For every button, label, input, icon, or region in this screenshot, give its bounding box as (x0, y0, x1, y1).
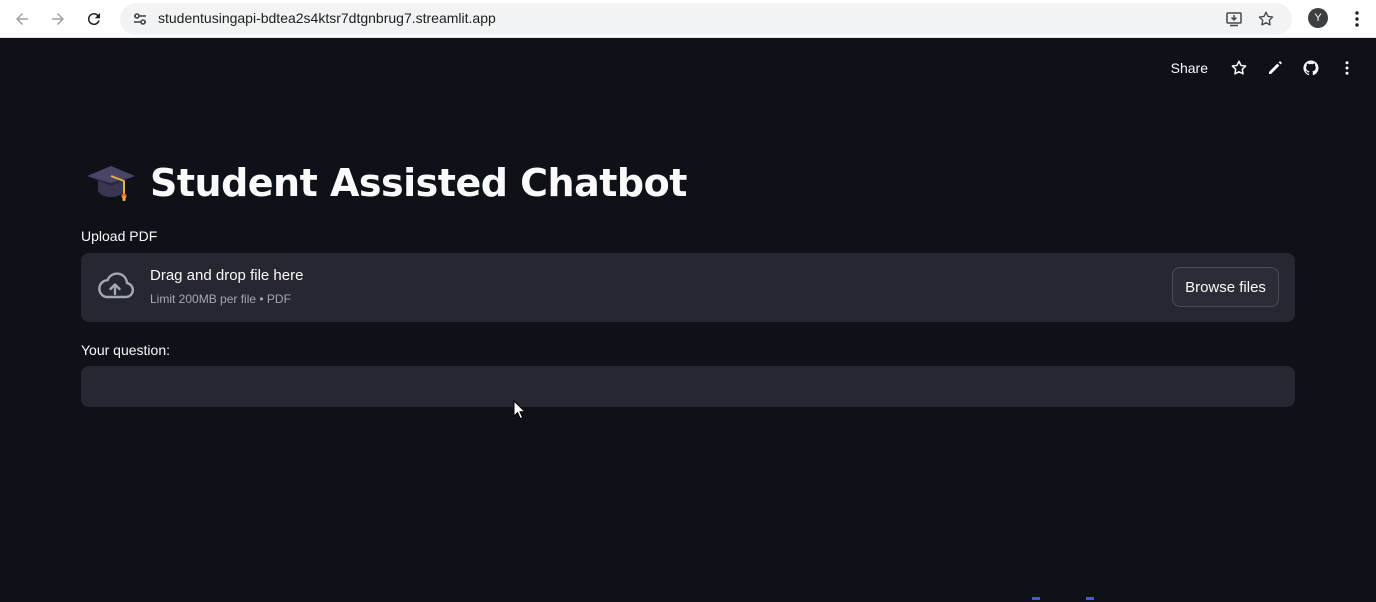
share-button[interactable]: Share (1171, 60, 1214, 76)
browser-toolbar: studentusingapi-bdtea2s4ktsr7dtgnbrug7.s… (0, 0, 1376, 38)
address-bar[interactable]: studentusingapi-bdtea2s4ktsr7dtgnbrug7.s… (120, 3, 1292, 35)
dropzone-instructions: Drag and drop file here (150, 267, 304, 284)
graduation-cap-icon (87, 166, 135, 201)
edit-icon[interactable] (1264, 57, 1286, 79)
more-vert-icon[interactable] (1344, 6, 1370, 32)
dropzone-limit: Limit 200MB per file • PDF (150, 292, 291, 306)
github-icon[interactable] (1300, 57, 1322, 79)
install-app-icon[interactable] (1222, 7, 1246, 31)
page-title: Student Assisted Chatbot (150, 161, 687, 205)
forward-icon[interactable] (44, 5, 72, 33)
browse-files-button[interactable]: Browse files (1172, 267, 1279, 307)
title-row: Student Assisted Chatbot (84, 156, 687, 210)
status-indicator-icon (1032, 597, 1094, 600)
reload-icon[interactable] (80, 5, 108, 33)
upload-label: Upload PDF (81, 228, 158, 244)
app-container: Share Student Assisted Chatbot Upload PD… (0, 38, 1376, 602)
question-input[interactable] (81, 366, 1295, 407)
more-vert-icon[interactable] (1336, 57, 1358, 79)
site-info-icon[interactable] (128, 7, 152, 31)
file-dropzone[interactable]: Drag and drop file here Limit 200MB per … (81, 253, 1295, 322)
bookmark-star-icon[interactable] (1254, 7, 1278, 31)
url-text[interactable]: studentusingapi-bdtea2s4ktsr7dtgnbrug7.s… (158, 10, 496, 26)
cloud-upload-icon (98, 272, 135, 299)
mouse-cursor-icon (513, 400, 527, 420)
back-icon[interactable] (8, 5, 36, 33)
question-label: Your question: (81, 342, 170, 358)
star-icon[interactable] (1228, 57, 1250, 79)
profile-avatar[interactable]: Y (1308, 8, 1328, 28)
app-toolbar: Share (1171, 55, 1358, 81)
